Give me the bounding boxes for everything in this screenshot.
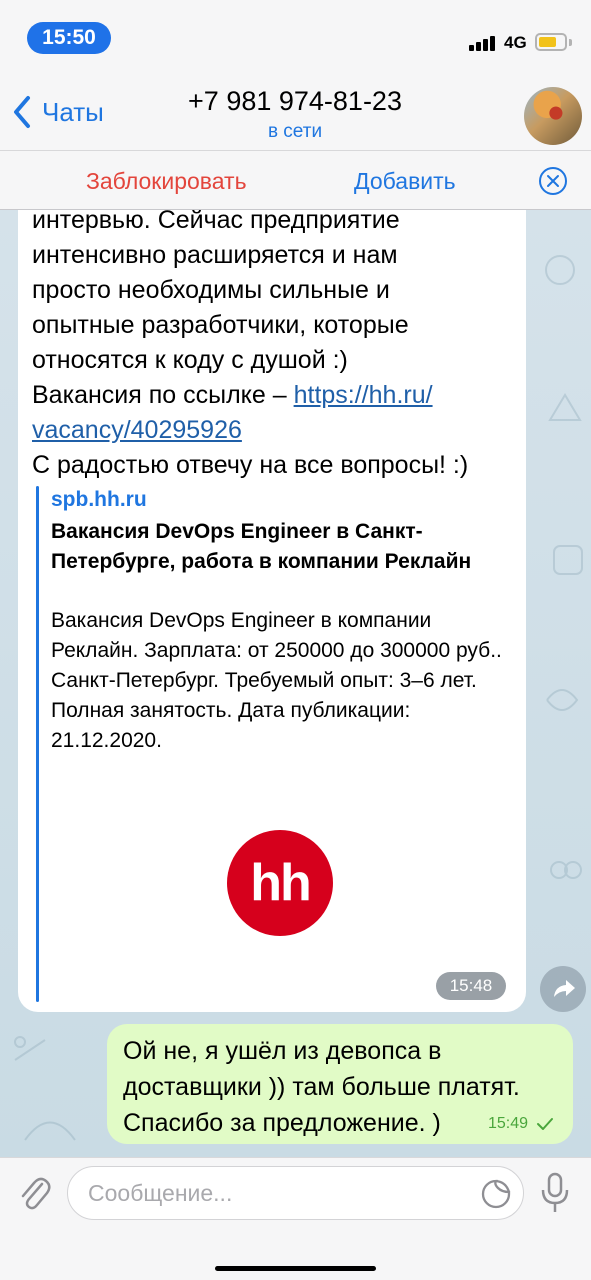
chat-title: +7 981 974-81-23 (188, 86, 402, 116)
share-icon (554, 980, 575, 997)
link-preview-accent-bar (36, 486, 39, 1002)
add-contact-button[interactable]: Добавить (354, 168, 456, 195)
close-icon[interactable] (538, 166, 568, 196)
back-button[interactable]: Чаты (10, 94, 104, 130)
paperclip-icon[interactable] (16, 1172, 52, 1212)
sticker-icon[interactable] (480, 1178, 512, 1210)
closing-line: С радостью отвечу на все вопросы! :) (32, 451, 469, 479)
incoming-message-text: интервью. Сейчас предприятие интенсивно … (32, 203, 512, 483)
chevron-left-icon (14, 96, 30, 128)
microphone-icon[interactable] (540, 1172, 570, 1214)
vacancy-link-continued[interactable]: vacancy/40295926 (32, 416, 242, 444)
vacancy-prefix: Вакансия по ссылке – (32, 381, 294, 409)
status-time: 15:50 (27, 22, 111, 54)
doodle-icon (545, 255, 575, 285)
share-button[interactable] (540, 966, 586, 1012)
home-indicator (215, 1266, 376, 1271)
chat-title-area[interactable]: +7 981 974-81-23 в сети (120, 86, 470, 143)
check-icon (537, 1118, 553, 1130)
vacancy-link[interactable]: https://hh.ru/ (294, 381, 433, 409)
block-button[interactable]: Заблокировать (86, 168, 247, 195)
message-line: интенсивно расширяется и нам (32, 241, 398, 269)
message-line: относятся к коду с душой :) (32, 346, 348, 374)
status-bar: 15:50 4G (0, 0, 591, 70)
doodle-icon (550, 861, 582, 879)
doodle-icon (553, 545, 583, 575)
message-input-bar (0, 1157, 591, 1280)
doodle-icon (546, 689, 579, 711)
message-line: просто необходимы сильные и (32, 276, 390, 304)
doodle-icon (14, 1036, 46, 1061)
incoming-message-time: 15:48 (436, 972, 506, 1000)
link-preview-title[interactable]: Вакансия DevOps Engineer в Санкт-Петербу… (51, 517, 491, 577)
message-input[interactable] (67, 1166, 524, 1220)
outgoing-message-time: 15:49 (488, 1115, 529, 1132)
battery-icon (535, 33, 567, 51)
chat-header: Чаты +7 981 974-81-23 в сети (0, 70, 591, 150)
avatar[interactable] (524, 87, 582, 145)
network-type: 4G (504, 33, 527, 52)
link-preview-site[interactable]: spb.hh.ru (51, 488, 147, 512)
battery-tip (569, 39, 572, 46)
hh-logo[interactable]: hh (227, 830, 333, 936)
contact-action-bar: Заблокировать Добавить (0, 150, 591, 210)
doodle-icon (24, 1121, 76, 1141)
message-line: опытные разработчики, которые (32, 311, 409, 339)
signal-icon (469, 35, 499, 51)
link-preview-description: Вакансия DevOps Engineer в компании Рекл… (51, 609, 502, 752)
online-status: в сети (267, 121, 323, 142)
doodle-icon (548, 393, 582, 421)
vacancy-link-line: vacancy/40295926 (32, 413, 512, 448)
vacancy-line: Вакансия по ссылке – https://hh.ru/ (32, 378, 512, 413)
back-label: Чаты (42, 96, 104, 127)
